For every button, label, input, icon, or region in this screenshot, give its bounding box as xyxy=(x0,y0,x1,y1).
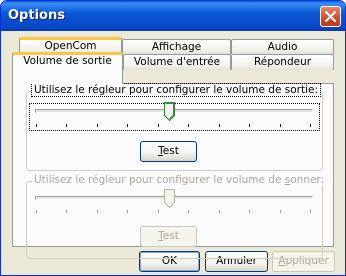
output-test-button[interactable]: Test xyxy=(140,141,197,162)
output-volume-group: Utilisez le régleur pour configurer le v… xyxy=(26,83,323,171)
ring-slider-thumb xyxy=(164,189,175,208)
ring-slider-ticks xyxy=(35,210,313,214)
tab-volume-de-sortie[interactable]: Volume de sortie xyxy=(12,52,123,84)
dialog-body: OpenCom Affichage Audio Volume de sortie… xyxy=(4,31,342,274)
tab-volume-entree[interactable]: Volume d'entrée xyxy=(123,54,231,70)
close-icon xyxy=(325,11,336,22)
window-title: Options xyxy=(8,8,65,23)
ring-label-suffix: onner: xyxy=(290,174,325,186)
options-window: Options OpenCom Affichage Audio Volume d… xyxy=(0,0,346,276)
ring-volume-label: Utilisez le régleur pour configurer le v… xyxy=(32,174,327,186)
ring-label-prefix: Utilisez le régleur pour configurer le v… xyxy=(34,174,285,186)
tab-panel: Utilisez le régleur pour configurer le v… xyxy=(12,83,334,259)
output-slider-ticks xyxy=(35,124,313,128)
title-bar[interactable]: Options xyxy=(1,1,345,31)
ring-test-rest: est xyxy=(162,230,179,242)
close-button[interactable] xyxy=(320,6,341,27)
tab-audio[interactable]: Audio xyxy=(231,39,334,54)
tab-affichage[interactable]: Affichage xyxy=(122,39,231,54)
ring-test-button[interactable]: Test xyxy=(140,226,197,247)
tab-repondeur[interactable]: Répondeur xyxy=(231,54,334,70)
output-volume-label: Utilisez le régleur pour configurer le v… xyxy=(31,83,321,97)
output-slider-thumb[interactable] xyxy=(164,102,175,121)
ring-volume-group: Utilisez le régleur pour configurer le v… xyxy=(26,174,327,259)
output-test-rest: est xyxy=(162,145,179,157)
